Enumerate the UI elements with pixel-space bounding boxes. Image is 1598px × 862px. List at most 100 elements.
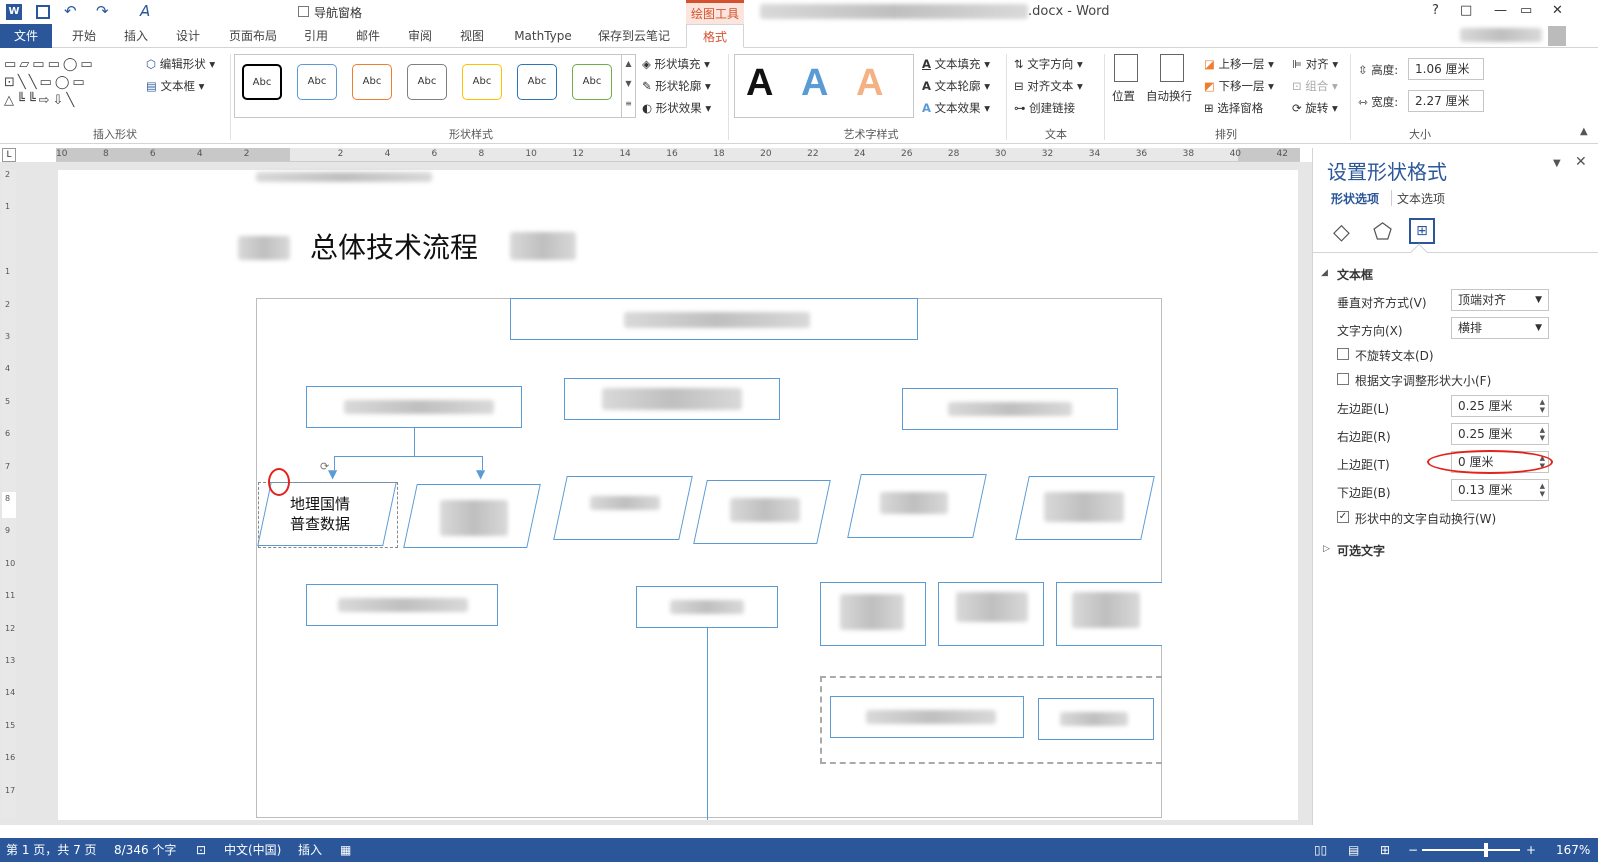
read-mode-icon[interactable]: ▯▯ — [1314, 838, 1327, 862]
valign-select[interactable]: 顶端对齐 ▼ — [1451, 289, 1549, 311]
zoom-slider[interactable] — [1422, 849, 1520, 851]
style-gallery-scroll[interactable]: ▲ ▼ ≡ — [621, 54, 635, 118]
wrap-text-button[interactable]: 自动换行 — [1146, 88, 1192, 104]
collapse-ribbon-icon[interactable]: ▲ — [1580, 126, 1588, 137]
right-margin-input[interactable]: 0.25 厘米 ▲ ▼ — [1451, 423, 1549, 445]
align-button[interactable]: ⊫ 对齐 ▾ — [1292, 56, 1338, 72]
bring-forward-button[interactable]: ◪ 上移一层 ▾ — [1204, 56, 1274, 72]
minimize-button[interactable]: — — [1494, 3, 1507, 18]
shape-style-6[interactable]: Abc — [517, 64, 557, 100]
word-icon[interactable]: W — [6, 4, 22, 20]
undo-icon[interactable]: ↶ — [64, 2, 77, 20]
spinner-icon[interactable]: ▲ ▼ — [1540, 426, 1545, 442]
effects-icon[interactable]: ⬠ — [1373, 220, 1392, 245]
wrap-text-icon[interactable] — [1160, 54, 1184, 82]
tab-file[interactable]: 文件 — [0, 24, 52, 48]
shape-style-4[interactable]: Abc — [407, 64, 447, 100]
rotation-handle-icon[interactable]: ⟳ — [320, 460, 329, 473]
vertical-ruler[interactable]: 2 1 1 2 3 4 5 6 7 8 9 10 11 12 13 14 15 16 17 — [2, 170, 16, 818]
save-icon[interactable] — [36, 5, 50, 19]
zoom-level[interactable]: 167% — [1556, 838, 1590, 862]
no-rotate-checkbox[interactable] — [1337, 348, 1349, 360]
tab-text-options[interactable]: 文本选项 — [1397, 190, 1445, 207]
tab-cloud-notes[interactable]: 保存到云笔记 — [592, 24, 676, 48]
left-margin-input[interactable]: 0.25 厘米 ▲ ▼ — [1451, 395, 1549, 417]
section-collapse-icon[interactable]: ◢ — [1321, 268, 1328, 278]
shape-style-2[interactable]: Abc — [297, 64, 337, 100]
shape-fill-button[interactable]: ◈ 形状填充 ▾ — [642, 56, 710, 72]
position-button[interactable]: 位置 — [1112, 88, 1135, 104]
tab-shape-options[interactable]: 形状选项 — [1331, 190, 1379, 207]
tab-review[interactable]: 审阅 — [398, 24, 442, 48]
shape-style-5[interactable]: Abc — [462, 64, 502, 100]
zoom-out-icon[interactable]: − — [1408, 838, 1418, 862]
position-icon[interactable] — [1114, 54, 1138, 82]
spinner-icon[interactable]: ▲ ▼ — [1540, 398, 1545, 414]
group-button[interactable]: ⊡ 组合 ▾ — [1292, 78, 1338, 94]
alt-text-expand-icon[interactable]: ▷ — [1323, 544, 1330, 554]
tab-design[interactable]: 设计 — [166, 24, 210, 48]
wrap-text-checkbox[interactable]: ✓ — [1337, 511, 1349, 523]
help-button[interactable]: ? — [1432, 3, 1439, 18]
edit-shape-button[interactable]: ⬡ 编辑形状 ▾ — [146, 56, 215, 72]
proofing-icon[interactable]: ⊡ — [196, 838, 206, 862]
shape-effect-button[interactable]: ◐ 形状效果 ▾ — [642, 100, 711, 116]
spinner-icon[interactable]: ▲ ▼ — [1540, 482, 1545, 498]
tab-references[interactable]: 引用 — [294, 24, 338, 48]
close-button[interactable]: ✕ — [1552, 3, 1563, 18]
tab-home[interactable]: 开始 — [62, 24, 106, 48]
redo-icon[interactable]: ↷ — [96, 2, 109, 20]
resize-shape-checkbox[interactable] — [1337, 373, 1349, 385]
text-effect-button[interactable]: A 文本效果 ▾ — [922, 100, 990, 116]
insert-mode[interactable]: 插入 — [298, 838, 322, 862]
section-alt-text-title[interactable]: 可选文字 — [1337, 542, 1385, 559]
pane-options-icon[interactable]: ▼ — [1553, 158, 1561, 169]
tab-mailings[interactable]: 邮件 — [346, 24, 390, 48]
text-direction-select[interactable]: 横排 ▼ — [1451, 317, 1549, 339]
format-painter-icon[interactable]: 𝘈 — [140, 2, 150, 20]
wordart-style-orange[interactable]: A — [856, 62, 883, 105]
shape-style-3[interactable]: Abc — [352, 64, 392, 100]
shape-style-7[interactable]: Abc — [572, 64, 612, 100]
send-backward-button[interactable]: ◩ 下移一层 ▾ — [1204, 78, 1274, 94]
web-layout-icon[interactable]: ⊞ — [1380, 838, 1390, 862]
maximize-button[interactable]: ▭ — [1520, 3, 1532, 18]
selected-box-text[interactable]: 地理国情 普查数据 — [290, 494, 380, 534]
text-fill-button[interactable]: A 文本填充 ▾ — [922, 56, 990, 72]
layout-properties-icon[interactable]: ⊞ — [1409, 218, 1435, 244]
tab-format[interactable]: 格式 — [686, 24, 744, 48]
align-text-button[interactable]: ⊟ 对齐文本 ▾ — [1014, 78, 1083, 94]
ribbon-display-button[interactable]: □ — [1460, 3, 1472, 18]
shape-style-1[interactable]: Abc — [242, 64, 282, 100]
rotate-button[interactable]: ⟳ 旋转 ▾ — [1292, 100, 1338, 116]
create-link-button[interactable]: ⊶ 创建链接 — [1014, 100, 1075, 116]
page-count[interactable]: 第 1 页，共 7 页 — [6, 838, 97, 862]
print-layout-icon[interactable]: ▤ — [1348, 838, 1359, 862]
language[interactable]: 中文(中国) — [224, 838, 281, 862]
tab-mathtype[interactable]: MathType — [508, 24, 578, 48]
selection-pane-button[interactable]: ⊞ 选择窗格 — [1204, 100, 1263, 116]
avatar[interactable] — [1548, 26, 1566, 46]
tab-layout[interactable]: 页面布局 — [222, 24, 284, 48]
fill-line-icon[interactable]: ◇ — [1333, 220, 1350, 245]
zoom-in-icon[interactable]: + — [1526, 838, 1536, 862]
macro-icon[interactable]: ▦ — [340, 838, 351, 862]
tab-insert[interactable]: 插入 — [114, 24, 158, 48]
word-count[interactable]: 8/346 个字 — [114, 838, 176, 862]
nav-pane-checkbox[interactable] — [298, 6, 309, 17]
horizontal-ruler[interactable]: 10 8 6 4 2 2 4 6 8 10 12 14 16 18 20 22 24 26 28 30 32 34 36 38… — [56, 148, 1300, 162]
wordart-style-blue[interactable]: A — [801, 62, 828, 105]
section-textbox-title[interactable]: 文本框 — [1337, 266, 1373, 283]
width-input[interactable]: 2.27 厘米 — [1408, 90, 1484, 112]
text-direction-button[interactable]: ⇅ 文字方向 ▾ — [1014, 56, 1083, 72]
wordart-style-black[interactable]: A — [746, 62, 773, 105]
zoom-slider-thumb[interactable] — [1484, 843, 1488, 857]
bottom-margin-input[interactable]: 0.13 厘米 ▲ ▼ — [1451, 479, 1549, 501]
shapes-gallery[interactable]: ▭▱▭▭◯▭ ⊡╲╲▭◯▭ △╚╚⇨⇩╲ — [4, 56, 132, 112]
shape-outline-button[interactable]: ✎ 形状轮廓 ▾ — [642, 78, 711, 94]
height-input[interactable]: 1.06 厘米 — [1408, 58, 1484, 80]
ruler-corner[interactable]: L — [2, 148, 16, 162]
text-box-button[interactable]: ▤ 文本框 ▾ — [146, 78, 204, 94]
text-outline-button[interactable]: A 文本轮廓 ▾ — [922, 78, 990, 94]
tab-view[interactable]: 视图 — [450, 24, 494, 48]
